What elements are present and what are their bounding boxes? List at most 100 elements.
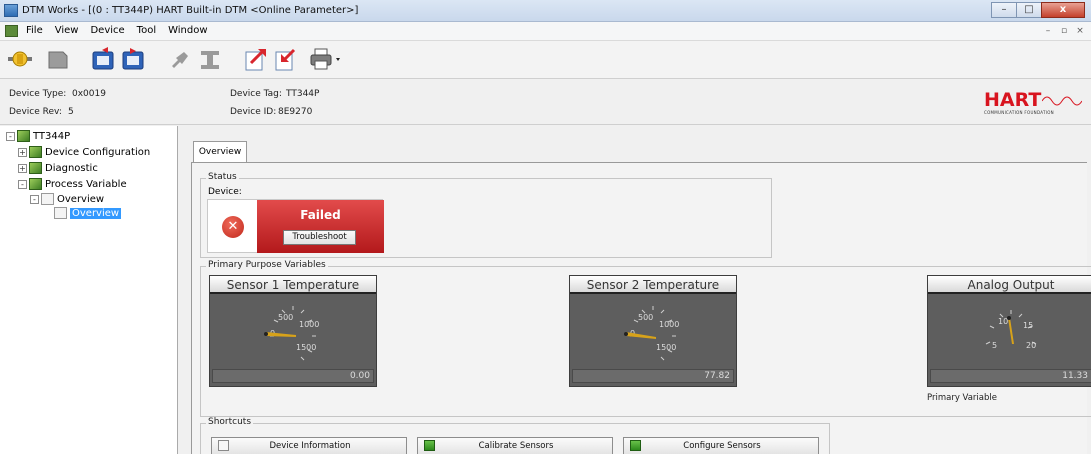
device-rev-value: 5: [68, 107, 74, 117]
sensor1-temperature-gauge: Sensor 1 Temperature 0 500 1000 1500 0.0…: [209, 275, 377, 387]
minimize-button[interactable]: –: [991, 2, 1017, 18]
print-icon[interactable]: [308, 46, 344, 72]
tree-root-label: TT344P: [33, 130, 71, 142]
gauge-tick-label: 10: [998, 317, 1008, 326]
device-tag-label: Device Tag:: [230, 89, 282, 99]
tab-overview[interactable]: Overview: [193, 141, 247, 163]
gauge-dial: 0 500 1000 1500: [264, 306, 319, 361]
configure-sensors-button[interactable]: Configure Sensors: [623, 437, 819, 454]
status-group: Status Device: ✕ Failed Troubleshoot: [200, 172, 772, 258]
status-legend: Status: [206, 172, 239, 182]
disabled-compare-icon[interactable]: [196, 46, 224, 72]
device-information-button[interactable]: Device Information: [211, 437, 407, 454]
error-icon: ✕: [222, 216, 244, 238]
hart-logo: HART COMMUNICATION FOUNDATION: [980, 89, 1084, 117]
device-status-indicator: ✕ Failed Troubleshoot: [207, 199, 384, 253]
gauge-tick-label: 1500: [656, 343, 676, 352]
gauge-tick-label: 500: [278, 313, 293, 322]
collapse-icon[interactable]: -: [6, 131, 15, 141]
gauge-title: Analog Output: [928, 276, 1091, 294]
page-node-icon: [54, 207, 67, 219]
menu-tool[interactable]: Tool: [137, 25, 156, 36]
device-icon[interactable]: [44, 46, 72, 72]
gauge-tick-label: 1500: [296, 343, 316, 352]
hart-logo-text: HART: [984, 89, 1042, 111]
folder-node-icon: [29, 178, 42, 190]
tree-device-configuration-label: Device Configuration: [45, 146, 151, 158]
mdi-close-button[interactable]: ×: [1073, 25, 1087, 38]
window-title: DTM Works - [(0 : TT344P) HART Built-in …: [22, 5, 359, 16]
upload-icon[interactable]: [90, 46, 118, 72]
calibrate-sensors-label: Calibrate Sensors: [478, 441, 554, 451]
import-icon[interactable]: [272, 46, 300, 72]
gauge-dial: 5 10 15 20: [985, 310, 1037, 350]
minimize-icon: –: [1001, 4, 1007, 15]
tree-node-process-variable[interactable]: - Process Variable: [18, 178, 127, 190]
status-banner: Failed Troubleshoot: [257, 200, 384, 253]
expand-icon[interactable]: +: [18, 147, 27, 157]
analog-output-gauge: Analog Output 5 10 15 20 11.33: [927, 275, 1091, 387]
menu-window[interactable]: Window: [168, 25, 207, 36]
gauge-tick-label: 500: [638, 313, 653, 322]
expand-icon[interactable]: +: [18, 163, 27, 173]
window-controls: – □ x: [991, 2, 1085, 18]
menu-bar: File View Device Tool Window – ▫ ×: [0, 22, 1091, 41]
device-header: Device Type: 0x0019 Device Rev: 5 Device…: [0, 80, 1091, 125]
device-id-value: 8E9270: [278, 107, 313, 117]
troubleshoot-button[interactable]: Troubleshoot: [283, 230, 356, 245]
tree-node-overview-folder[interactable]: - Overview: [30, 193, 104, 205]
menu-device[interactable]: Device: [90, 25, 124, 36]
disabled-tool-icon[interactable]: [166, 46, 194, 72]
hart-wave-icon: [1042, 96, 1082, 106]
folder-node-icon: [29, 146, 42, 158]
calibrate-sensors-button[interactable]: Calibrate Sensors: [417, 437, 613, 454]
navigation-tree: - TT344P + Device Configuration + Diagno…: [0, 126, 178, 454]
device-node-icon: [17, 130, 30, 142]
close-icon: x: [1059, 4, 1067, 15]
tree-node-device-configuration[interactable]: + Device Configuration: [18, 146, 150, 158]
download-icon[interactable]: [120, 46, 148, 72]
device-type-label: Device Type:: [9, 89, 67, 99]
sensor2-temperature-gauge: Sensor 2 Temperature 0 500 1000 1500 77.…: [569, 275, 737, 387]
mdi-restore-button[interactable]: ▫: [1057, 25, 1071, 38]
document-menu-icon[interactable]: [5, 25, 18, 37]
tree-overview-page-label: Overview: [70, 207, 122, 219]
mdi-minimize-button[interactable]: –: [1041, 25, 1055, 38]
gauge-value: 11.33: [930, 369, 1091, 383]
gauge-value: 0.00: [212, 369, 374, 383]
app-icon: [4, 4, 18, 17]
menu-view[interactable]: View: [55, 25, 79, 36]
gauge-tick-label: 15: [1023, 321, 1033, 330]
close-button[interactable]: x: [1041, 2, 1085, 18]
tree-overview-folder-label: Overview: [57, 193, 105, 205]
tree-process-variable-label: Process Variable: [45, 178, 127, 190]
gauge-title: Sensor 1 Temperature: [210, 276, 376, 294]
page-node-icon: [41, 193, 54, 205]
tree-diagnostic-label: Diagnostic: [45, 162, 98, 174]
shortcuts-group: Shortcuts Device Information Calibrate S…: [200, 417, 830, 454]
menu-file[interactable]: File: [26, 25, 43, 36]
device-type-value: 0x0019: [72, 89, 106, 99]
title-bar: DTM Works - [(0 : TT344P) HART Built-in …: [0, 0, 1091, 22]
tree-node-root[interactable]: - TT344P: [6, 130, 70, 142]
gauge-tick-label: 20: [1026, 341, 1036, 350]
gauge-needle: [1008, 318, 1014, 344]
status-device-label: Device:: [208, 187, 242, 197]
primary-variable-label: Primary Variable: [927, 393, 997, 403]
maximize-button[interactable]: □: [1016, 2, 1042, 18]
primary-purpose-variables-group: Primary Purpose Variables Sensor 1 Tempe…: [200, 260, 1091, 417]
maximize-icon: □: [1024, 4, 1034, 15]
tree-node-overview-page[interactable]: Overview: [54, 207, 122, 219]
configure-sensors-label: Configure Sensors: [683, 441, 761, 451]
gauge-tick-label: 5: [992, 341, 997, 350]
gauge-tick-label: 1000: [299, 320, 319, 329]
tab-content: Status Device: ✕ Failed Troubleshoot Pri…: [191, 162, 1091, 454]
tree-node-diagnostic[interactable]: + Diagnostic: [18, 162, 98, 174]
connect-icon[interactable]: [6, 46, 34, 72]
gauge-dial: 0 500 1000 1500: [624, 306, 679, 361]
export-icon[interactable]: [242, 46, 270, 72]
toolbar: [0, 41, 1091, 79]
collapse-icon[interactable]: -: [30, 194, 39, 204]
hart-logo-subtitle: COMMUNICATION FOUNDATION: [984, 110, 1054, 115]
collapse-icon[interactable]: -: [18, 179, 27, 189]
